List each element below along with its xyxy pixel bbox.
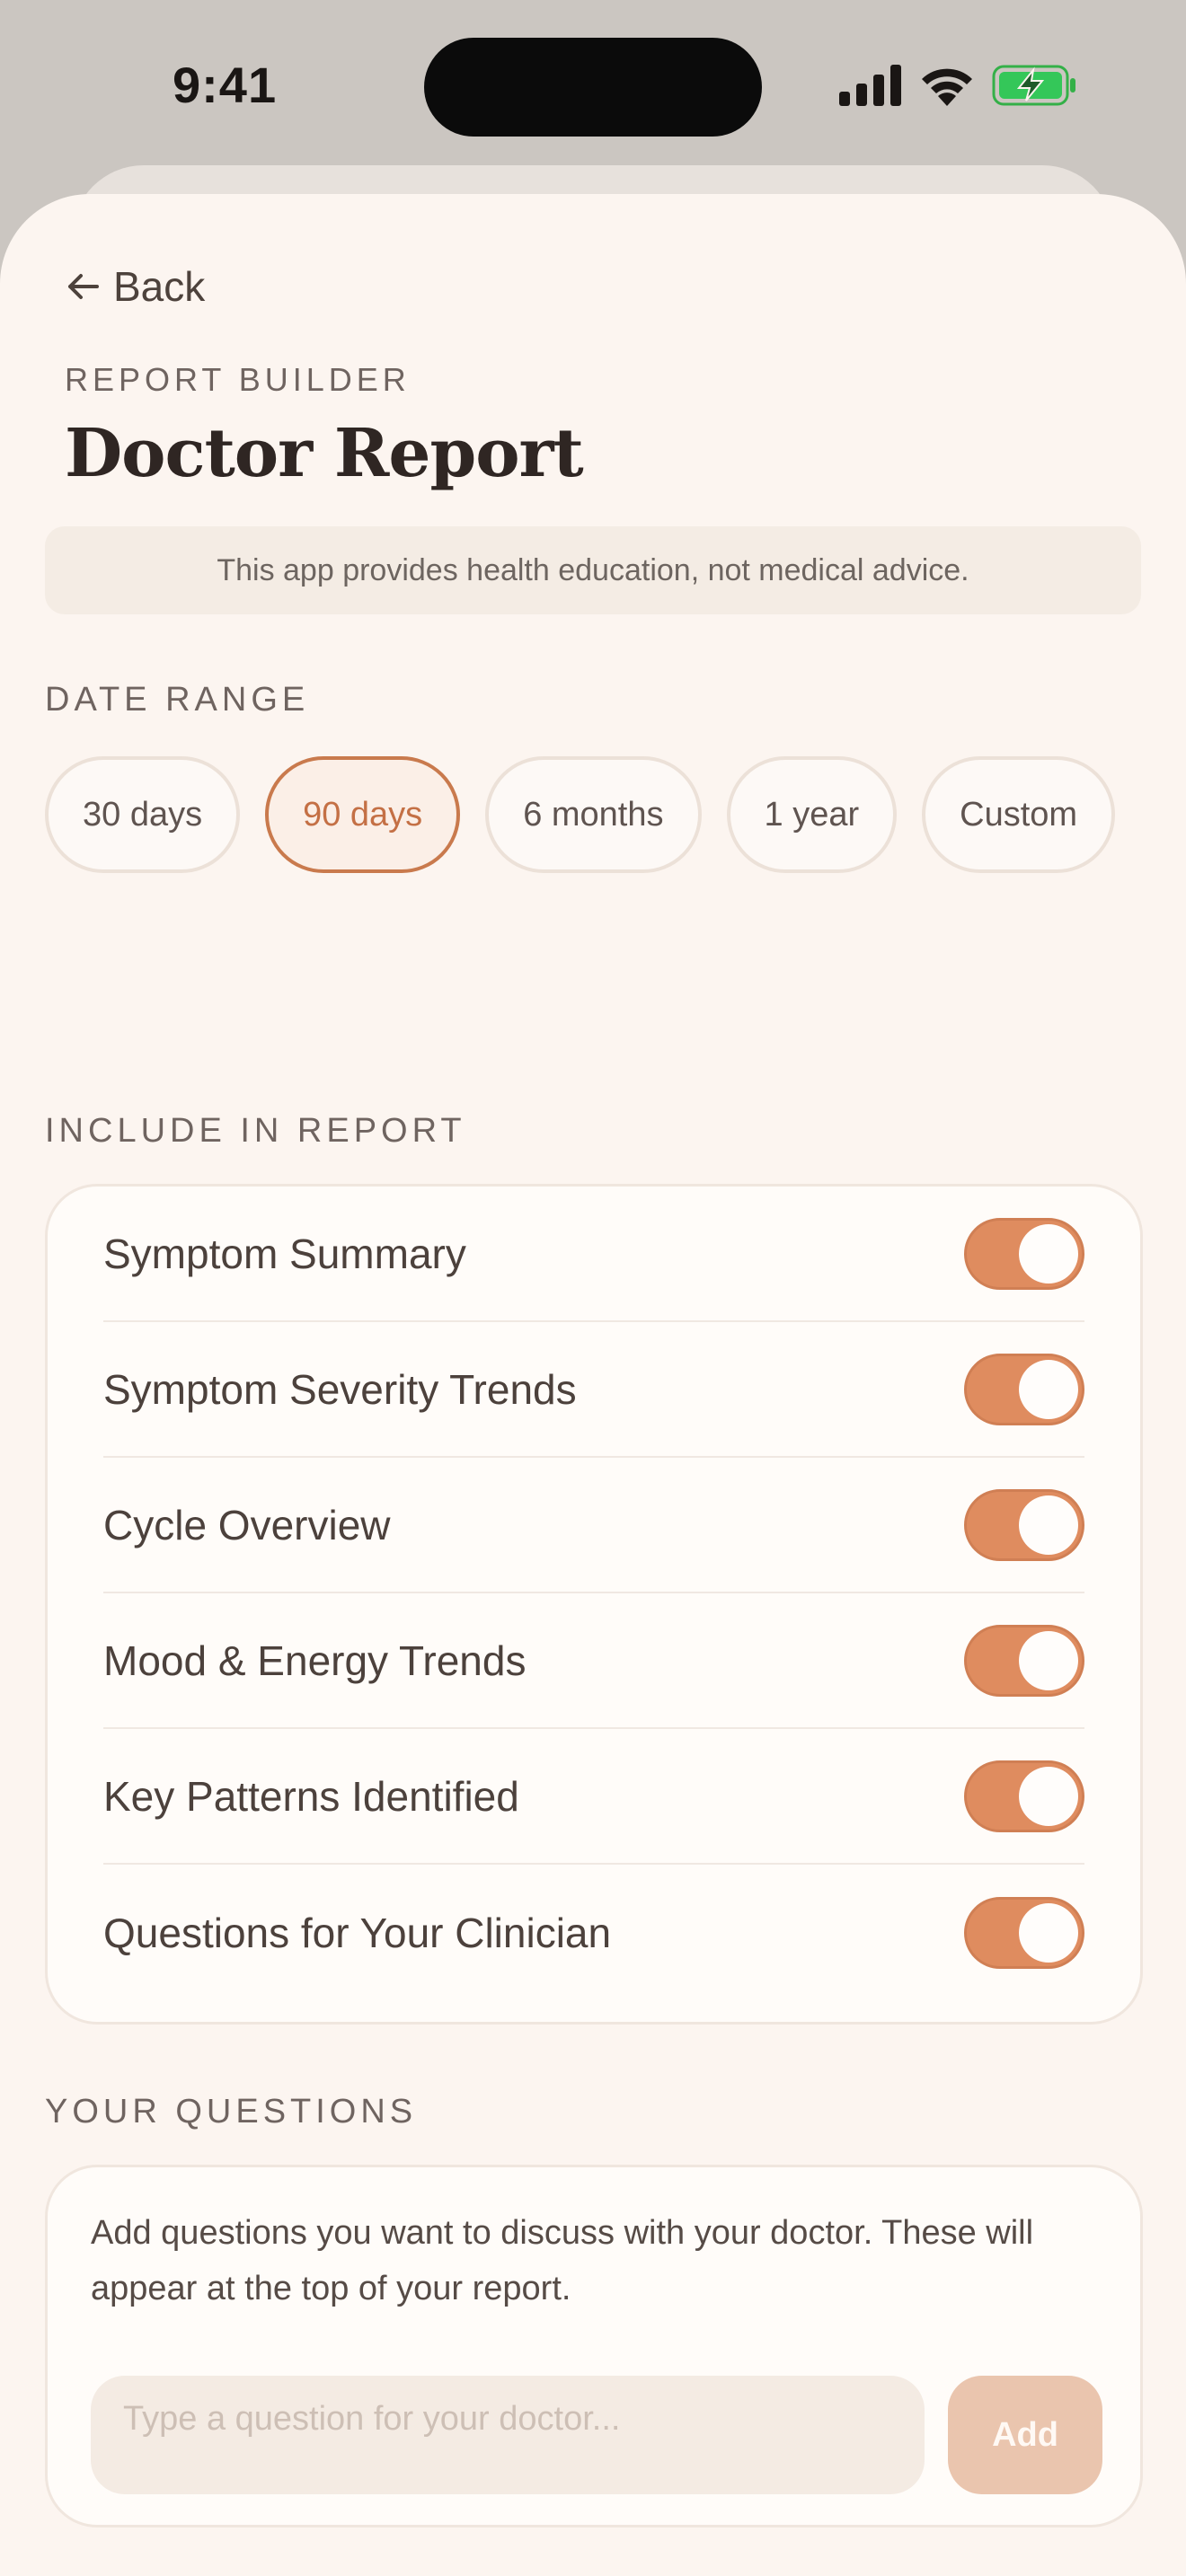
mood-energy-trends-toggle[interactable] [964,1624,1084,1697]
date-range-chips: 30 days 90 days 6 months 1 year Custom [45,756,1141,873]
wifi-icon [922,68,972,106]
date-range-chip-6-months[interactable]: 6 months [485,756,702,873]
your-questions-label: YOUR QUESTIONS [45,2093,418,2130]
symptom-summary-toggle[interactable] [964,1217,1084,1290]
question-input-row: Add [91,2376,1102,2494]
status-bar: 9:41 [0,0,1186,171]
dynamic-island [424,38,762,137]
arrow-left-icon [68,274,99,299]
symptom-severity-trends-toggle[interactable] [964,1353,1084,1425]
toggle-label: Symptom Severity Trends [103,1365,577,1413]
back-button[interactable]: Back [65,262,205,311]
date-range-chip-custom[interactable]: Custom [922,756,1116,873]
toggle-label: Questions for Your Clinician [103,1909,612,1956]
questions-description: Add questions you want to discuss with y… [91,2214,1034,2307]
toggle-row-cycle-overview: Cycle Overview [103,1458,1084,1593]
include-options-card: Symptom Summary Symptom Severity Trends … [45,1184,1143,2025]
report-builder-eyebrow: REPORT BUILDER [65,361,411,398]
toggle-row-symptom-summary: Symptom Summary [103,1187,1084,1322]
toggle-label: Key Patterns Identified [103,1772,519,1820]
your-questions-card: Add questions you want to discuss with y… [45,2165,1143,2527]
toggle-row-symptom-severity-trends: Symptom Severity Trends [103,1322,1084,1458]
toggle-row-key-patterns: Key Patterns Identified [103,1729,1084,1865]
toggle-row-mood-energy-trends: Mood & Energy Trends [103,1593,1084,1729]
back-label: Back [113,263,206,310]
add-question-button[interactable]: Add [948,2376,1102,2494]
toggle-row-questions-for-clinician: Questions for Your Clinician [103,1865,1084,2000]
status-time: 9:41 [173,57,278,113]
page-title: Doctor Report [65,415,584,492]
include-in-report-label: INCLUDE IN REPORT [45,1112,466,1150]
question-input[interactable] [91,2376,925,2494]
medical-disclaimer: This app provides health education, not … [45,526,1141,614]
cellular-signal-icon [839,65,901,106]
date-range-label: DATE RANGE [45,681,310,719]
key-patterns-toggle[interactable] [964,1760,1084,1832]
date-range-chip-90-days[interactable]: 90 days [265,756,461,873]
toggle-label: Mood & Energy Trends [103,1636,527,1684]
questions-for-clinician-toggle[interactable] [964,1896,1084,1969]
toggle-label: Cycle Overview [103,1501,391,1548]
toggle-label: Symptom Summary [103,1230,466,1277]
battery-charging-icon [992,65,1075,106]
date-range-chip-1-year[interactable]: 1 year [726,756,898,873]
cycle-overview-toggle[interactable] [964,1488,1084,1561]
date-range-chip-30-days[interactable]: 30 days [45,756,241,873]
